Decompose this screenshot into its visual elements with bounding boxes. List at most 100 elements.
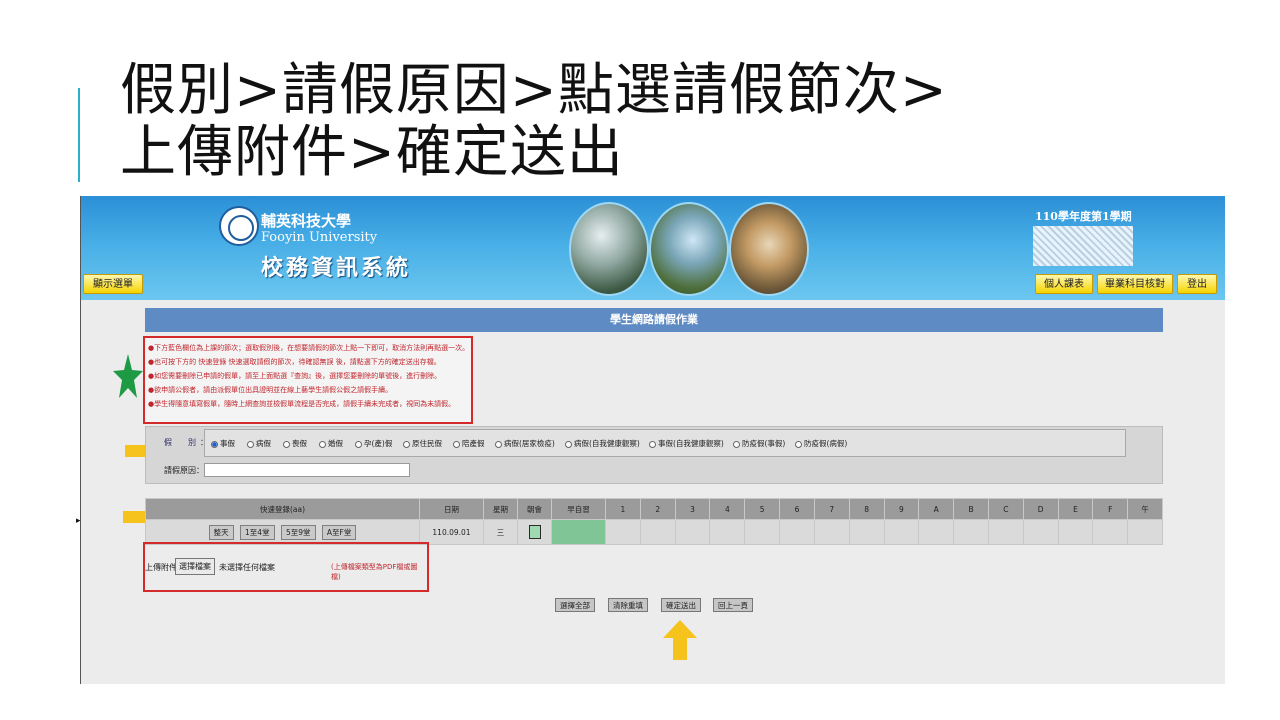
slide-title: 假別>請假原因>點選請假節次> 上傳附件>確定送出 xyxy=(120,60,948,184)
student-info-image xyxy=(1033,226,1133,266)
period-cell[interactable] xyxy=(1057,519,1094,545)
column-header: D xyxy=(1022,498,1059,520)
choose-file-button[interactable]: 選擇檔案 xyxy=(175,558,215,575)
quick-5-9-button[interactable]: 5至9堂 xyxy=(280,524,316,540)
period-cell[interactable] xyxy=(918,519,955,545)
system-name: 校務資訊系統 xyxy=(261,255,412,281)
column-header: 5 xyxy=(744,498,781,520)
graduation-check-button[interactable]: 畢業科目核對 xyxy=(1097,274,1173,294)
leave-type-label-text: 陪產假 xyxy=(462,439,485,448)
leave-type-option[interactable]: 事假 xyxy=(211,438,235,449)
upload-label: 上傳附件 xyxy=(145,563,177,572)
schedule-button[interactable]: 個人課表 xyxy=(1035,274,1093,294)
period-cell[interactable] xyxy=(709,519,746,545)
period-cell[interactable] xyxy=(674,519,711,545)
column-header: 7 xyxy=(813,498,850,520)
radio-icon[interactable] xyxy=(319,440,326,448)
submit-button[interactable]: 確定送出 xyxy=(661,598,701,612)
campus-photo-1 xyxy=(569,202,649,296)
period-cell[interactable] xyxy=(987,519,1024,545)
period-cell[interactable] xyxy=(1092,519,1129,545)
radio-icon[interactable] xyxy=(649,440,656,448)
radio-icon[interactable] xyxy=(355,440,362,448)
leave-type-option[interactable]: 病假(自我健康觀察) xyxy=(565,438,640,449)
column-header: 1 xyxy=(605,498,641,520)
period-checkbox-icon[interactable] xyxy=(528,525,541,539)
leave-type-option[interactable]: 防疫假(病假) xyxy=(795,438,847,449)
leave-type-label-text: 防疫假(病假) xyxy=(804,439,848,448)
column-header: B xyxy=(953,498,989,520)
period-cell[interactable] xyxy=(1127,519,1163,545)
instruction-line: ●學生得隨意填寫假單，隨時上網查詢並檢假單流程是否完成，請假手續未完成者，視同為… xyxy=(148,400,456,408)
period-cell-assembly[interactable] xyxy=(517,519,552,545)
instruction-line: ●如您需要刪除已申請的假單，請至上面點選『查詢』後，選擇您要刪除的單號後，進行刪… xyxy=(148,372,442,380)
radio-icon[interactable] xyxy=(247,440,254,448)
instruction-line: ●欲申請公假者，請由派假單位出具證明並在線上藝學生請假公假之請假手續。 xyxy=(148,386,393,394)
column-header: 午 xyxy=(1127,498,1163,520)
leave-type-option[interactable]: 原住民假 xyxy=(403,438,442,449)
back-button[interactable]: 回上一頁 xyxy=(713,598,753,612)
school-name-cn: 輔英科技大學 xyxy=(261,212,352,230)
show-menu-button[interactable]: 顯示選單 xyxy=(83,274,143,294)
radio-icon[interactable] xyxy=(495,440,502,448)
radio-selected-icon[interactable] xyxy=(211,440,218,448)
leave-type-label-text: 婚假 xyxy=(328,439,343,448)
logout-button[interactable]: 登出 xyxy=(1177,274,1217,294)
column-header: 早自習 xyxy=(551,498,606,520)
instructions-box: ●下方藍色欄位為上課的節次；選取假別後，在想要請假的節次上點一下即可，取消方法則… xyxy=(143,336,473,424)
leave-type-option[interactable]: 孕(產)假 xyxy=(355,438,392,449)
leave-type-label-text: 事假 xyxy=(220,439,235,448)
period-cell[interactable] xyxy=(1022,519,1059,545)
column-header: F xyxy=(1092,498,1129,520)
leave-type-label-text: 病假 xyxy=(256,439,271,448)
period-cell[interactable] xyxy=(883,519,920,545)
table-row: 整天 1至4堂 5至9堂 A至F堂 110.09.01 三 xyxy=(145,519,1163,545)
leave-type-option[interactable]: 陪產假 xyxy=(453,438,485,449)
clear-button[interactable]: 清除重填 xyxy=(608,598,648,612)
no-file-text: 未選擇任何檔案 xyxy=(219,563,275,572)
leave-type-label-text: 原住民假 xyxy=(412,439,442,448)
quick-all-day-button[interactable]: 整天 xyxy=(208,524,234,540)
radio-icon[interactable] xyxy=(795,440,802,448)
quick-buttons-cell: 整天 1至4堂 5至9堂 A至F堂 xyxy=(145,519,420,545)
column-header: 2 xyxy=(639,498,676,520)
period-cell[interactable] xyxy=(813,519,850,545)
leave-type-option[interactable]: 事假(自我健康觀察) xyxy=(649,438,724,449)
green-star-icon xyxy=(113,354,143,398)
term-label: 110學年度第1學期 xyxy=(1035,210,1132,223)
period-cell[interactable] xyxy=(744,519,781,545)
leave-type-option[interactable]: 病假 xyxy=(247,438,271,449)
leave-type-label-text: 喪假 xyxy=(292,439,307,448)
leave-type-label-text: 防疫假(事假) xyxy=(742,439,786,448)
slide-title-line1: 假別>請假原因>點選請假節次> xyxy=(120,58,948,123)
upload-hint: (上傳檔案類型為PDF檔或圖檔) xyxy=(331,563,418,581)
column-header: 8 xyxy=(848,498,885,520)
quick-1-4-button[interactable]: 1至4堂 xyxy=(240,524,275,540)
radio-icon[interactable] xyxy=(403,440,410,448)
instruction-line: ●也可按下方的 快速登錄 快速選取請假的節次，待確認無誤 後，請點選下方的確定送… xyxy=(148,358,441,366)
quick-a-f-button[interactable]: A至F堂 xyxy=(321,524,357,540)
select-all-button[interactable]: 選擇全部 xyxy=(555,598,595,612)
column-header: 3 xyxy=(674,498,711,520)
column-header: 快速登錄(aa) xyxy=(145,498,420,520)
column-header: C xyxy=(987,498,1024,520)
leave-type-option[interactable]: 婚假 xyxy=(319,438,343,449)
period-cell[interactable] xyxy=(953,519,989,545)
arrow-up-icon xyxy=(663,620,697,660)
leave-type-option[interactable]: 病假(居家檢疫) xyxy=(495,438,555,449)
radio-icon[interactable] xyxy=(283,440,290,448)
school-name-en: Fooyin University xyxy=(261,230,378,245)
period-cell-morning-study[interactable] xyxy=(551,519,606,545)
radio-icon[interactable] xyxy=(733,440,740,448)
column-header: A xyxy=(918,498,955,520)
leave-type-option[interactable]: 防疫假(事假) xyxy=(733,438,785,449)
period-cell[interactable] xyxy=(779,519,815,545)
radio-icon[interactable] xyxy=(453,440,460,448)
radio-icon[interactable] xyxy=(565,440,572,448)
reason-input[interactable] xyxy=(204,463,410,477)
leave-type-option[interactable]: 喪假 xyxy=(283,438,307,449)
period-cell[interactable] xyxy=(848,519,885,545)
period-cell[interactable] xyxy=(639,519,676,545)
slide-accent-line xyxy=(78,88,80,182)
period-cell[interactable] xyxy=(605,519,641,545)
